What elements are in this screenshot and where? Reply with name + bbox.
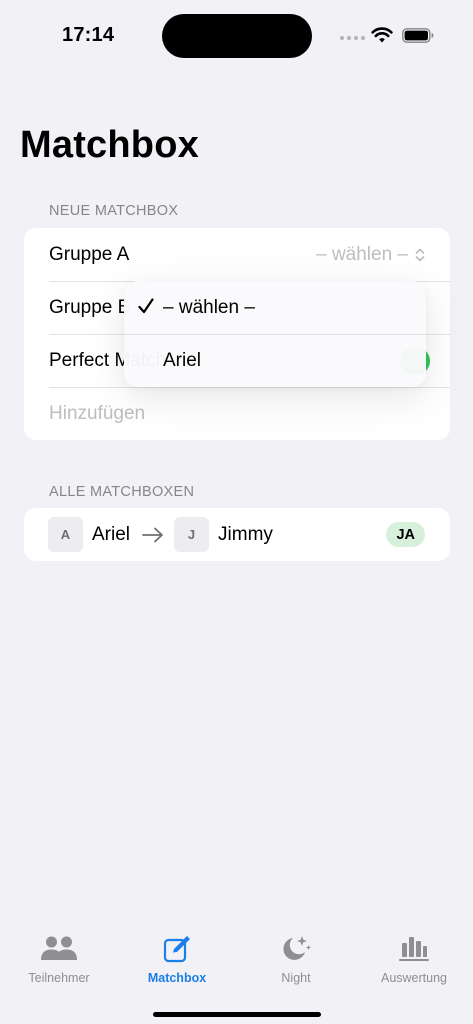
group-a-value[interactable]: – wählen – — [316, 228, 426, 281]
chevron-up-down-icon — [415, 248, 425, 261]
page-title: Matchbox — [20, 124, 199, 166]
group-b-label: Gruppe B — [49, 296, 131, 318]
status-badge: JA — [386, 522, 425, 547]
cellular-signal-icon — [340, 34, 366, 42]
menu-item-none[interactable]: – wählen – — [124, 281, 426, 334]
compose-icon — [163, 936, 190, 963]
status-bar: 17:14 — [0, 0, 473, 60]
tab-label: Matchbox — [147, 971, 207, 985]
menu-item-label: – wählen – — [163, 296, 255, 318]
battery-icon — [402, 28, 434, 43]
section-header-new: NEUE MATCHBOX — [49, 203, 179, 219]
group-picker-menu: – wählen – Ariel — [124, 281, 426, 387]
arrow-right-icon — [142, 527, 163, 542]
add-button[interactable]: Hinzufügen — [24, 387, 450, 440]
group-a-label: Gruppe A — [49, 243, 130, 265]
dynamic-island — [162, 14, 312, 58]
tab-label: Teilnehmer — [28, 971, 90, 985]
tab-auswertung[interactable]: Auswertung — [355, 920, 473, 1000]
list-item[interactable]: A Ariel J Jimmy JA — [24, 508, 450, 561]
avatar-initial: A — [48, 517, 83, 552]
avatar-initial: J — [174, 517, 210, 552]
moon-stars-icon — [283, 936, 311, 960]
tab-night[interactable]: Night — [237, 920, 355, 1000]
tab-bar: Teilnehmer Matchbox Night Auswertung — [0, 920, 473, 1024]
add-button-label: Hinzufügen — [49, 402, 146, 424]
wifi-icon — [371, 27, 393, 43]
tab-teilnehmer[interactable]: Teilnehmer — [0, 920, 118, 1000]
menu-item-label: Ariel — [163, 350, 202, 371]
from-name: Ariel — [92, 523, 131, 545]
group-a-selected-value: – wählen – — [316, 243, 408, 265]
tab-matchbox[interactable]: Matchbox — [118, 920, 236, 1000]
chart-bar-icon — [399, 937, 429, 961]
home-indicator — [153, 1012, 321, 1017]
checkmark-icon — [138, 298, 154, 314]
section-header-all: ALLE MATCHBOXEN — [49, 484, 195, 500]
to-name: Jimmy — [218, 523, 273, 545]
status-time: 17:14 — [62, 24, 115, 46]
people-icon — [41, 936, 77, 960]
matchbox-list: A Ariel J Jimmy JA — [24, 508, 450, 561]
group-a-picker[interactable]: Gruppe A – wählen – — [24, 228, 450, 281]
tab-label: Auswertung — [380, 971, 447, 985]
tab-label: Night — [281, 971, 311, 985]
menu-item-ariel[interactable]: Ariel — [124, 334, 426, 387]
